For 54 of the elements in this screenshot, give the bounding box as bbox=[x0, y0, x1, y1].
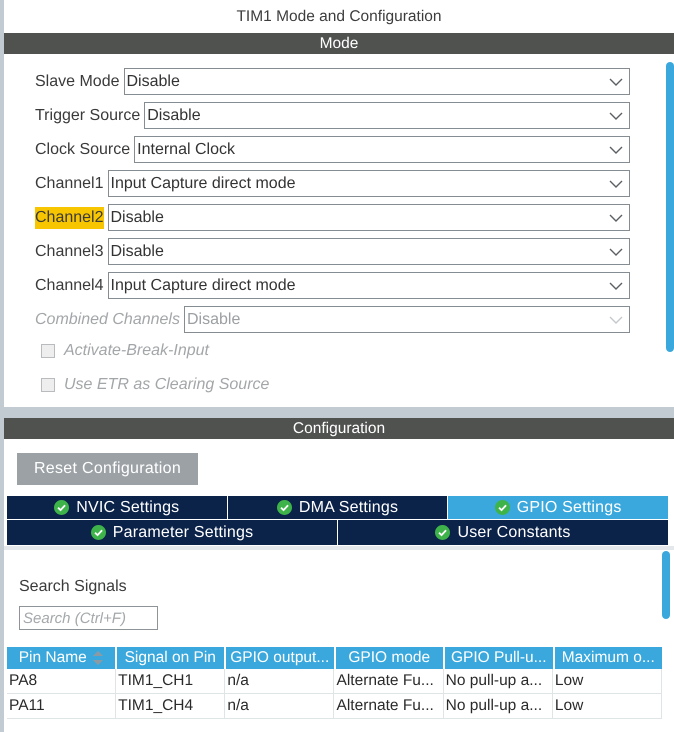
table-cell: n/a bbox=[225, 694, 334, 718]
tab[interactable]: User Constants bbox=[338, 520, 668, 545]
table-cell: TIM1_CH1 bbox=[116, 669, 226, 693]
field-label: Channel2 bbox=[35, 206, 104, 228]
table-cell: n/a bbox=[225, 669, 334, 693]
chevron-down-icon bbox=[609, 248, 623, 256]
check-circle-icon bbox=[435, 525, 450, 540]
tab[interactable]: Parameter Settings bbox=[7, 520, 337, 545]
chevron-down-icon bbox=[609, 78, 623, 86]
table-cell: No pull-up a... bbox=[444, 694, 553, 718]
table-cell: PA11 bbox=[7, 694, 116, 718]
table-cell: Low bbox=[552, 669, 662, 693]
search-field[interactable]: Search (Ctrl+F) bbox=[19, 606, 158, 630]
check-circle-icon bbox=[494, 500, 510, 515]
table-cell: PA8 bbox=[7, 669, 116, 693]
chevron-down-icon bbox=[609, 214, 623, 222]
dropdown-field[interactable]: Input Capture direct mode bbox=[108, 170, 630, 197]
scrollbar[interactable] bbox=[666, 62, 674, 352]
check-circle-icon bbox=[276, 500, 292, 515]
window-title: TIM1 Mode and Configuration bbox=[236, 8, 442, 26]
field-label: Channel3 bbox=[35, 242, 104, 262]
chevron-down-icon bbox=[609, 112, 623, 120]
chevron-down-icon bbox=[609, 316, 623, 324]
chevron-down-icon bbox=[609, 146, 623, 154]
table-cell: Alternate Fu... bbox=[334, 694, 444, 718]
checkbox-label: Use ETR as Clearing Source bbox=[64, 376, 270, 394]
table-cell: No pull-up a... bbox=[444, 669, 553, 693]
check-circle-icon bbox=[54, 500, 70, 515]
sort-icon bbox=[92, 651, 103, 665]
scrollbar[interactable] bbox=[662, 551, 670, 619]
table-cell: Alternate Fu... bbox=[334, 669, 444, 693]
section-header: Configuration bbox=[4, 418, 674, 439]
section-header: Mode bbox=[4, 33, 674, 54]
check-circle-icon bbox=[90, 525, 106, 540]
field-label: Channel1 bbox=[35, 174, 104, 194]
field-label: Slave Mode bbox=[35, 72, 120, 92]
chevron-down-icon bbox=[609, 282, 623, 290]
dropdown-field[interactable]: Disable bbox=[108, 204, 630, 231]
dropdown-field[interactable]: Internal Clock bbox=[134, 136, 630, 163]
search-label: Search Signals bbox=[19, 578, 127, 596]
table-cell: TIM1_CH4 bbox=[116, 694, 226, 718]
table-cell: Low bbox=[552, 694, 662, 718]
field-label: Trigger Source bbox=[35, 106, 140, 126]
dropdown-field[interactable]: Disable bbox=[124, 68, 630, 95]
field-label: Clock Source bbox=[35, 140, 130, 160]
dropdown-field[interactable]: Disable bbox=[108, 238, 630, 265]
tab[interactable]: DMA Settings bbox=[228, 496, 448, 519]
dropdown-field[interactable]: Disable bbox=[144, 102, 630, 129]
checkbox-label: Activate-Break-Input bbox=[64, 342, 209, 360]
dropdown-field[interactable]: Input Capture direct mode bbox=[108, 272, 630, 299]
field-label: Combined Channels bbox=[35, 310, 180, 330]
field-label: Channel4 bbox=[35, 276, 104, 296]
tab[interactable]: NVIC Settings bbox=[7, 496, 227, 519]
chevron-down-icon bbox=[609, 180, 623, 188]
